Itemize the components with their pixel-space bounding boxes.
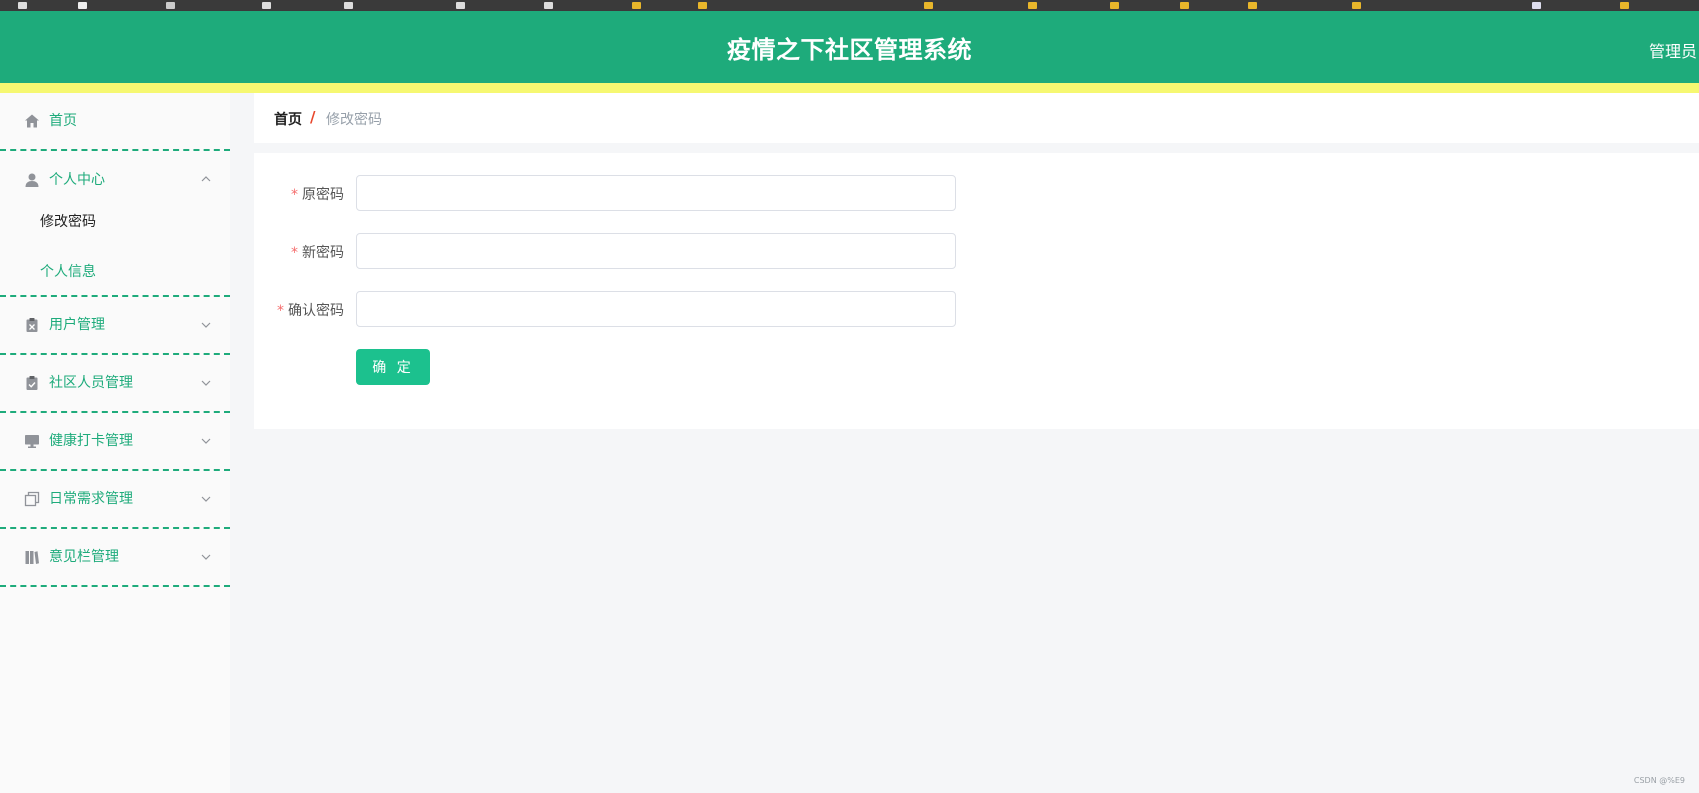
sidebar-item-daily-needs[interactable]: 日常需求管理 (0, 471, 230, 529)
form-row-confirm-password: * 确认密码 (254, 291, 956, 327)
watermark: CSDN @%E9 (1633, 776, 1685, 785)
chevron-down-icon (201, 554, 211, 560)
chevron-down-icon (201, 496, 211, 502)
bookmark-icon[interactable] (344, 2, 353, 9)
sidebar-item-label: 日常需求管理 (49, 491, 133, 507)
breadcrumb-home[interactable]: 首页 (274, 109, 302, 129)
required-mark: * (277, 303, 284, 319)
bookmark-icon[interactable] (632, 2, 641, 9)
required-mark: * (291, 187, 298, 203)
bookmark-icon[interactable] (1180, 2, 1189, 9)
bookmark-icon[interactable] (1028, 2, 1037, 9)
monitor-icon (25, 435, 39, 448)
copy-icon (24, 491, 40, 507)
required-mark: * (291, 245, 298, 261)
clipboard-check-icon (26, 376, 38, 390)
form-label: * 原密码 (291, 187, 344, 203)
form-row-old-password: * 原密码 (254, 175, 956, 211)
user-menu[interactable]: 管理员 (1649, 38, 1697, 62)
confirm-password-input[interactable] (356, 291, 956, 327)
breadcrumb: 首页 / 修改密码 (254, 93, 1699, 143)
bookmark-icon[interactable] (698, 2, 707, 9)
sidebar-item-label: 个人中心 (49, 172, 105, 188)
sidebar-item-community-staff[interactable]: 社区人员管理 (0, 355, 230, 413)
sidebar-item-label: 健康打卡管理 (49, 433, 133, 449)
sidebar-subitem-change-password[interactable]: 修改密码 (40, 213, 96, 231)
sidebar-item-home[interactable]: 首页 (0, 93, 230, 151)
chevron-down-icon (201, 380, 211, 386)
user-icon (25, 173, 39, 187)
accent-bar (0, 83, 1699, 93)
browser-bookmark-bar (0, 0, 1699, 11)
sidebar-item-label: 首页 (49, 113, 77, 129)
confirm-button[interactable]: 确 定 (356, 349, 430, 385)
page-title: 疫情之下社区管理系统 (727, 36, 972, 64)
chevron-up-icon (201, 176, 211, 182)
new-password-input[interactable] (356, 233, 956, 269)
sidebar-item-personal-center[interactable]: 个人中心 (0, 151, 230, 209)
sidebar: 首页 个人中心 修改密码 个人信息 用户管理 社区人员管理 健康打卡管理 日常需… (0, 93, 230, 793)
clipboard-x-icon (26, 318, 38, 332)
bookmark-icon[interactable] (456, 2, 465, 9)
bookmark-icon[interactable] (262, 2, 271, 9)
bookmark-icon[interactable] (1352, 2, 1361, 9)
books-icon (25, 551, 39, 564)
bookmark-icon[interactable] (924, 2, 933, 9)
bookmark-icon[interactable] (544, 2, 553, 9)
form-label: * 新密码 (291, 245, 344, 261)
sidebar-item-user-management[interactable]: 用户管理 (0, 297, 230, 355)
bookmark-icon[interactable] (18, 2, 27, 9)
app-header: 疫情之下社区管理系统 管理员 (0, 11, 1699, 83)
bookmark-icon[interactable] (1248, 2, 1257, 9)
sidebar-item-label: 社区人员管理 (49, 375, 133, 391)
breadcrumb-separator: / (310, 108, 316, 126)
old-password-input[interactable] (356, 175, 956, 211)
bookmark-icon[interactable] (1110, 2, 1119, 9)
sidebar-item-label: 意见栏管理 (49, 549, 119, 565)
sidebar-subitem-personal-info[interactable]: 个人信息 (40, 263, 96, 281)
sidebar-item-label: 用户管理 (49, 317, 105, 333)
sidebar-item-health-checkin[interactable]: 健康打卡管理 (0, 413, 230, 471)
chevron-down-icon (201, 322, 211, 328)
bookmark-icon[interactable] (1532, 2, 1541, 9)
form-label: * 确认密码 (277, 303, 344, 319)
bookmark-icon[interactable] (166, 2, 175, 9)
home-icon (25, 114, 39, 128)
breadcrumb-current: 修改密码 (326, 112, 382, 128)
bookmark-icon[interactable] (1620, 2, 1629, 9)
chevron-down-icon (201, 438, 211, 444)
change-password-form: * 原密码 * 新密码 * 确认密码 确 定 (254, 153, 1699, 429)
bookmark-icon[interactable] (78, 2, 87, 9)
sidebar-item-feedback[interactable]: 意见栏管理 (0, 529, 230, 587)
form-row-new-password: * 新密码 (254, 233, 956, 269)
